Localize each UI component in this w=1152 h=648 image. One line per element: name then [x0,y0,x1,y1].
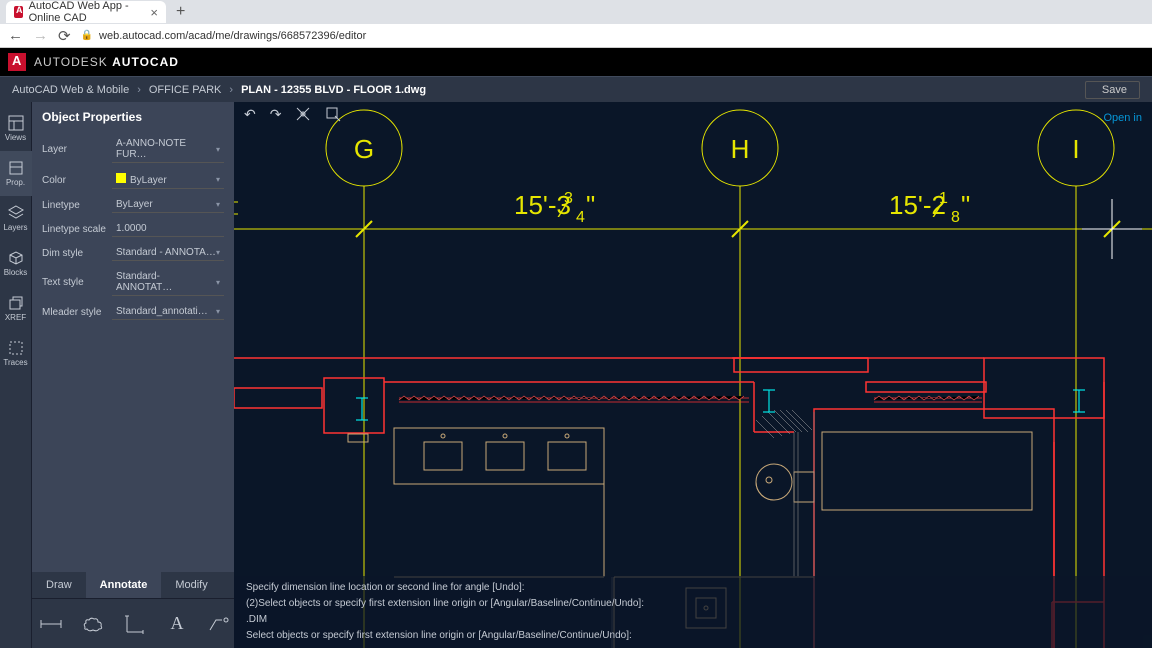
mleader-dropdown[interactable]: Standard_annotati…▾ [112,304,224,320]
chevron-down-icon: ▾ [216,145,220,154]
layers-icon [8,205,24,221]
chevron-down-icon: ▾ [216,175,220,184]
lock-icon: 🔒 [81,30,93,41]
browser-tab[interactable]: AutoCAD Web App - Online CAD × [6,1,166,23]
rail-xref[interactable]: XREF [0,286,32,331]
browser-chrome: AutoCAD Web App - Online CAD × + ← → ⟳ 🔒… [0,0,1152,48]
linear-dim-icon[interactable] [40,613,62,635]
rail-views[interactable]: Views [0,106,32,151]
color-dropdown[interactable]: ByLayer▾ [112,171,224,189]
app-header: AUTODESK AUTOCAD [0,48,1152,76]
back-button[interactable]: ← [8,27,23,44]
breadcrumb-root[interactable]: AutoCAD Web & Mobile [12,84,129,96]
prop-ltscale: Linetype scale 1.0000 [32,217,234,241]
panel-title: Object Properties [32,102,234,132]
command-line[interactable]: Specify dimension line location or secon… [234,576,1152,648]
prop-layer: Layer A-ANNO-NOTE FUR…▾ [32,132,234,167]
rail-blocks[interactable]: Blocks [0,241,32,286]
reload-button[interactable]: ⟳ [58,27,71,45]
revision-cloud-icon[interactable] [82,613,104,635]
tab-modify[interactable]: Modify [161,572,221,598]
properties-icon [8,160,24,176]
drawing-canvas[interactable]: ↶ ↷ Open in G H I [234,102,1152,648]
prop-dimstyle: Dim style Standard - ANNOTA…▾ [32,241,234,265]
prop-mleader: Mleader style Standard_annotati…▾ [32,300,234,324]
chevron-right-icon: › [137,84,141,96]
ribbon-tabs: Draw Annotate Modify [32,572,234,598]
chevron-down-icon: ▾ [216,307,220,316]
chevron-down-icon: ▾ [216,278,220,287]
brand-text: AUTODESK AUTOCAD [34,55,179,69]
tab-bar: AutoCAD Web App - Online CAD × + [0,0,1152,24]
select-icon[interactable] [325,106,341,125]
cad-drawing: G H I 15'-3 3 ⁄ 4 " 15'-2 1 ⁄ [234,102,1152,648]
svg-text:I: I [1072,134,1079,164]
svg-text:": " [586,190,595,220]
aligned-dim-icon[interactable] [124,613,146,635]
views-icon [8,115,24,131]
address-bar: ← → ⟳ 🔒 web.autocad.com/acad/me/drawings… [0,24,1152,48]
svg-text:": " [961,190,970,220]
ltscale-input[interactable]: 1.0000 [112,221,224,237]
tab-title: AutoCAD Web App - Online CAD [29,0,145,24]
tool-row: A [32,598,234,648]
breadcrumb: AutoCAD Web & Mobile › OFFICE PARK › PLA… [12,84,426,96]
cmd-history-line: .DIM [246,612,1140,628]
svg-text:G: G [354,134,374,164]
prop-textstyle: Text style Standard-ANNOTAT…▾ [32,265,234,300]
blocks-icon [8,250,24,266]
layer-dropdown[interactable]: A-ANNO-NOTE FUR…▾ [112,136,224,163]
textstyle-dropdown[interactable]: Standard-ANNOTAT…▾ [112,269,224,296]
open-in-link[interactable]: Open in [1103,112,1142,124]
tab-draw[interactable]: Draw [32,572,86,598]
leader-icon[interactable] [208,613,230,635]
svg-text:H: H [731,134,750,164]
prop-linetype: Linetype ByLayer▾ [32,193,234,217]
url-text: web.autocad.com/acad/me/drawings/6685723… [99,30,366,42]
rail-traces[interactable]: Traces [0,331,32,376]
undo-icon[interactable]: ↶ [244,106,256,125]
chevron-right-icon: › [229,84,233,96]
cmd-history-line: (2)Select objects or specify first exten… [246,596,1140,612]
autocad-logo [8,53,26,71]
linetype-dropdown[interactable]: ByLayer▾ [112,197,224,213]
canvas-toolbar: ↶ ↷ [244,106,341,125]
cmd-history-line: Specify dimension line location or secon… [246,580,1140,596]
svg-text:8: 8 [951,209,960,226]
url-bar[interactable]: 🔒 web.autocad.com/acad/me/drawings/66857… [81,30,367,42]
breadcrumb-file: PLAN - 12355 BLVD - FLOOR 1.dwg [241,84,426,96]
rail-properties[interactable]: Prop. [0,151,32,196]
color-swatch [116,173,126,183]
text-icon[interactable]: A [166,613,188,635]
properties-panel: Object Properties Layer A-ANNO-NOTE FUR…… [32,102,234,648]
autocad-favicon [14,6,23,18]
prop-color: Color ByLayer▾ [32,167,234,193]
snap-icon[interactable] [295,106,311,125]
chevron-down-icon: ▾ [216,248,220,257]
cmd-prompt-line: Select objects or specify first extensio… [246,628,1140,644]
xref-icon [8,295,24,311]
breadcrumb-bar: AutoCAD Web & Mobile › OFFICE PARK › PLA… [0,76,1152,102]
redo-icon[interactable]: ↷ [270,106,282,125]
close-tab-icon[interactable]: × [150,5,158,20]
svg-text:4: 4 [576,209,585,226]
breadcrumb-folder[interactable]: OFFICE PARK [149,84,222,96]
save-button[interactable]: Save [1085,81,1140,99]
forward-button[interactable]: → [33,27,48,44]
traces-icon [8,340,24,356]
dimstyle-dropdown[interactable]: Standard - ANNOTA…▾ [112,245,224,261]
chevron-down-icon: ▾ [216,200,220,209]
rail-layers[interactable]: Layers [0,196,32,241]
tab-annotate[interactable]: Annotate [86,572,162,598]
side-rail: Views Prop. Layers Blocks XREF Traces [0,102,32,648]
new-tab-button[interactable]: + [176,3,185,21]
